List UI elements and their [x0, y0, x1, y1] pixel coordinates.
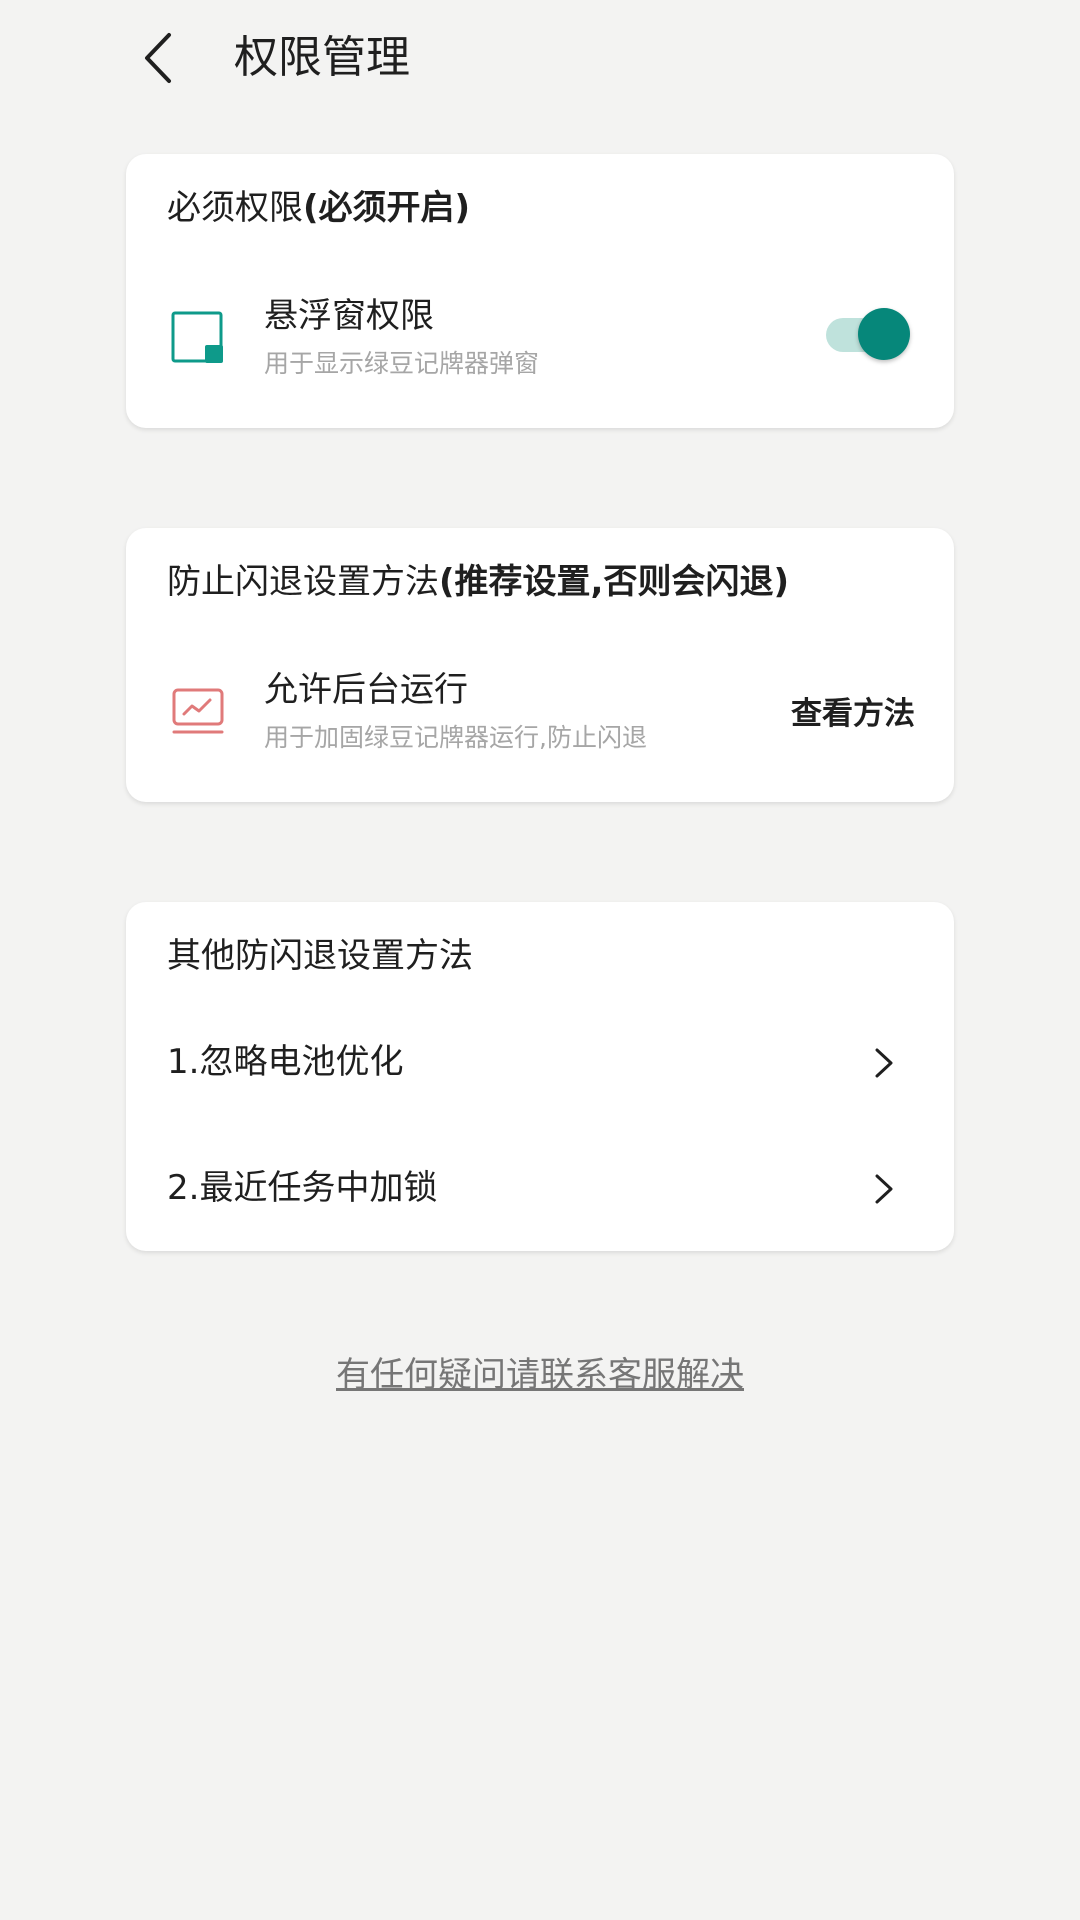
floating-window-toggle[interactable]	[826, 304, 912, 364]
other-methods-card: 其他防闪退设置方法 1.忽略电池优化 2.最近任务中加锁	[126, 902, 954, 1251]
prevent-crash-header: 防止闪退设置方法(推荐设置,否则会闪退)	[167, 554, 789, 610]
list-item-lock-in-recent-tasks[interactable]: 2.最近任务中加锁	[126, 1138, 954, 1238]
chevron-right-icon	[875, 1174, 893, 1204]
toggle-thumb	[858, 308, 910, 360]
background-run-row: 允许后台运行 用于加固绿豆记牌器运行,防止闪退 查看方法	[126, 656, 954, 776]
required-permissions-card: 必须权限(必须开启) 悬浮窗权限 用于显示绿豆记牌器弹窗	[126, 154, 954, 428]
page-title: 权限管理	[234, 32, 410, 83]
list-item-ignore-battery-optimization[interactable]: 1.忽略电池优化	[126, 1012, 954, 1112]
floating-window-icon	[171, 311, 223, 363]
chevron-left-icon	[145, 33, 171, 83]
floating-window-permission-row: 悬浮窗权限 用于显示绿豆记牌器弹窗	[126, 282, 954, 402]
prevent-crash-card: 防止闪退设置方法(推荐设置,否则会闪退) 允许后台运行 用于加固绿豆记牌器运行,…	[126, 528, 954, 802]
required-title-note: (必须开启)	[303, 188, 471, 228]
chevron-right-icon	[875, 1048, 893, 1078]
list-item-label: 2.最近任务中加锁	[167, 1168, 438, 1208]
list-item-label: 1.忽略电池优化	[167, 1042, 404, 1082]
background-run-title: 允许后台运行	[264, 670, 468, 710]
prevent-crash-title-note: (推荐设置,否则会闪退)	[439, 562, 789, 602]
prevent-crash-title: 防止闪退设置方法	[167, 562, 439, 602]
contact-support-link[interactable]: 有任何疑问请联系客服解决	[0, 1350, 1080, 1400]
required-permissions-header: 必须权限(必须开启)	[167, 180, 470, 236]
required-title: 必须权限	[167, 188, 303, 228]
top-bar: 权限管理	[0, 0, 1080, 115]
view-method-button[interactable]: 查看方法	[791, 690, 915, 738]
back-button[interactable]	[128, 26, 188, 90]
floating-window-description: 用于显示绿豆记牌器弹窗	[264, 349, 540, 378]
background-run-description: 用于加固绿豆记牌器运行,防止闪退	[264, 723, 647, 752]
floating-window-title: 悬浮窗权限	[264, 296, 434, 336]
other-methods-header: 其他防闪退设置方法	[167, 936, 473, 976]
monitor-chart-icon	[172, 688, 224, 734]
